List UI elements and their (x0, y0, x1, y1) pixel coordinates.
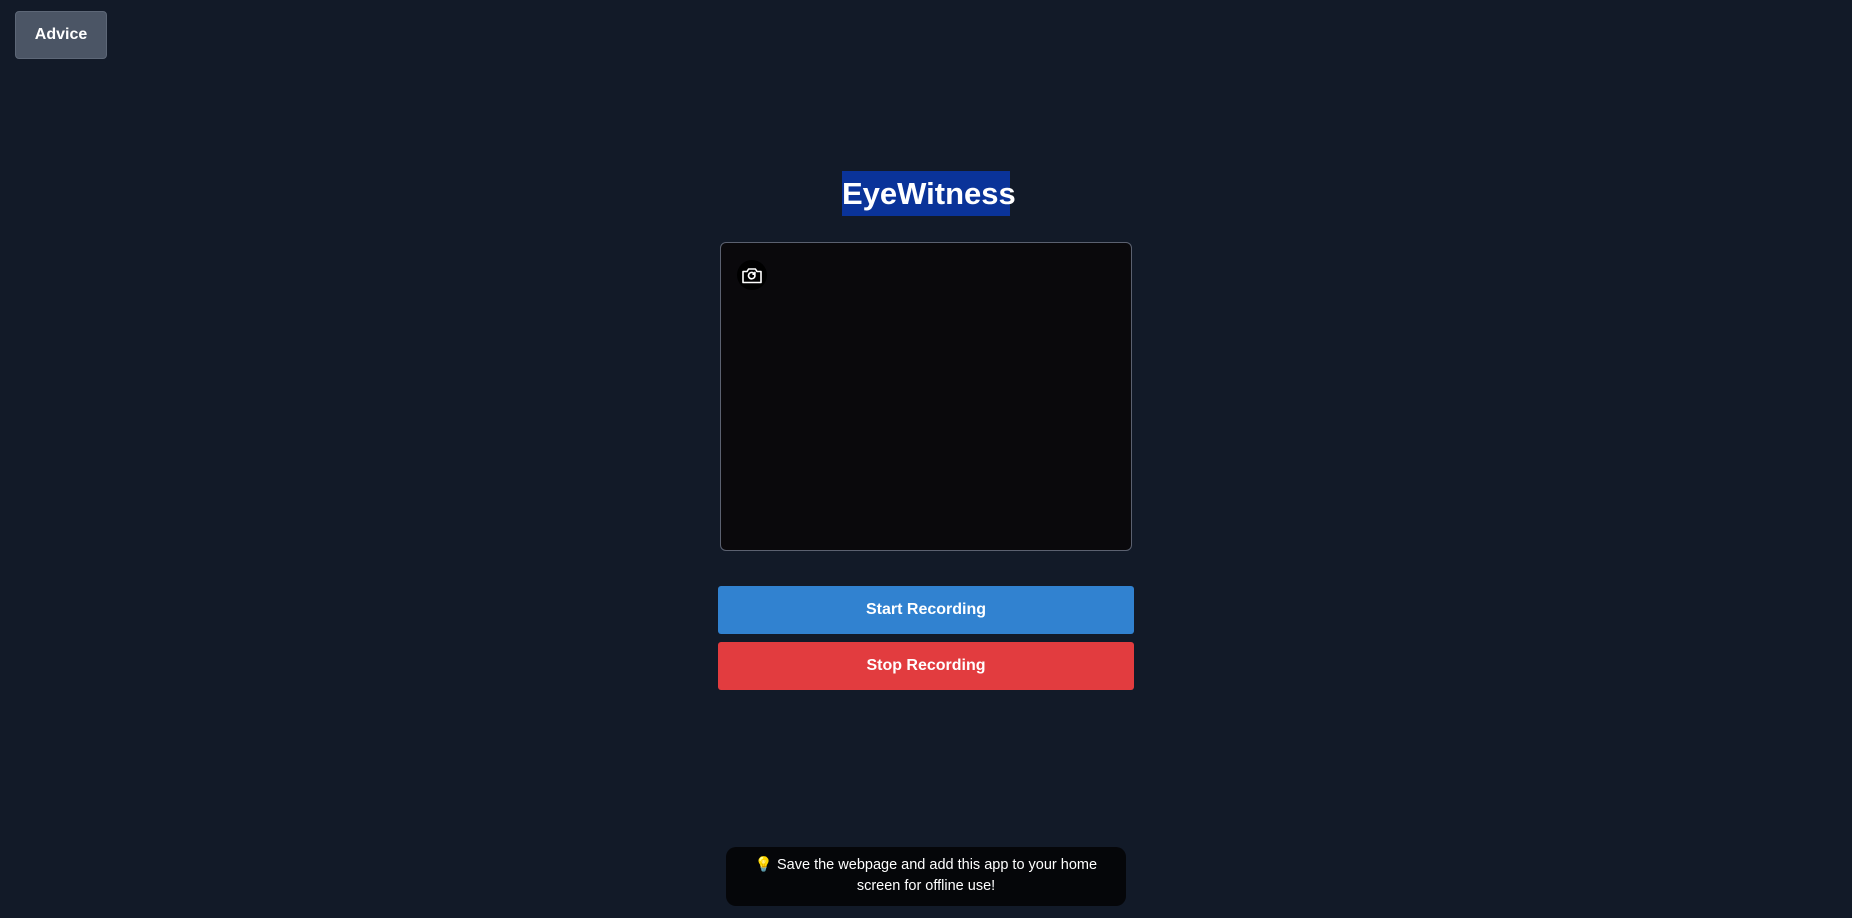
tip-text: Save the webpage and add this app to you… (777, 857, 1098, 894)
offline-install-tip: 💡 Save the webpage and add this app to y… (726, 847, 1126, 906)
stop-recording-button[interactable]: Stop Recording (718, 642, 1134, 690)
video-preview (720, 242, 1132, 551)
app-title: EyeWitness (842, 171, 1016, 216)
start-recording-button[interactable]: Start Recording (718, 586, 1134, 634)
lightbulb-icon: 💡 (754, 857, 773, 873)
advice-button[interactable]: Advice (15, 11, 107, 59)
camera-switch-icon[interactable] (737, 260, 767, 290)
